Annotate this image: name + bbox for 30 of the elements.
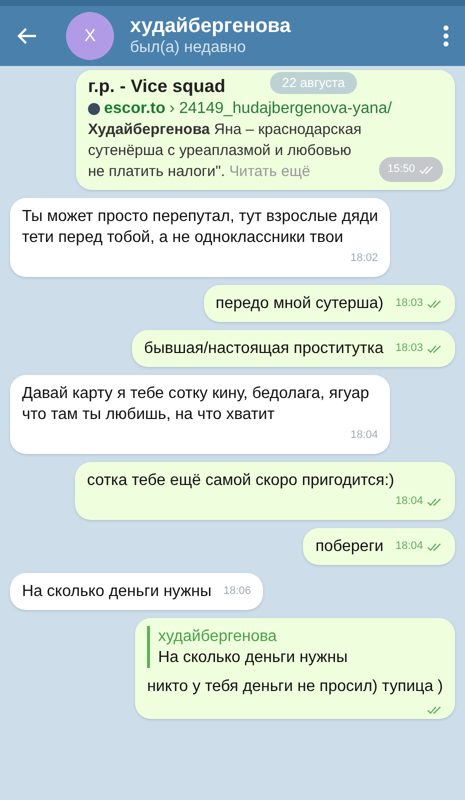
- message-time: 18:02: [350, 251, 378, 266]
- message-text: Ты может просто перепутал, тут взрослые дяди тети перед тобой, а не одноклассники твои: [22, 207, 378, 248]
- chat-title: худайбергенова: [130, 14, 292, 38]
- message-text: побереги: [315, 537, 384, 557]
- preview-description: Худайбергенова Яна – краснодарская сутенёрша с уреаплазмой и любовью не платить налоги". Читать ещё: [88, 120, 362, 182]
- preview-title: г.р. - Vice squad: [88, 75, 226, 98]
- message-text: бывшая/настоящая проститутка: [144, 339, 384, 359]
- message-text: Давай карту я тебе сотку кину, бедолага, ягуар что там ты любишь, на что хватит: [22, 384, 370, 425]
- message-text: На сколько деньги нужны: [22, 582, 212, 602]
- quoted-message[interactable]: худайбергенова На сколько деньги нужны: [147, 626, 443, 668]
- more-options-icon[interactable]: [443, 25, 449, 47]
- message-text: сотка тебе ещё самой скоро пригодится:): [87, 471, 394, 491]
- message-text: никто у тебя деньги не просил) тупица ): [147, 677, 443, 697]
- chat-status: был(а) недавно: [130, 38, 247, 58]
- message-time: 18:06: [224, 584, 252, 599]
- message-text: передо мной сутерша): [216, 294, 384, 314]
- back-arrow-icon[interactable]: [16, 27, 38, 45]
- message-time: 18:04: [395, 494, 423, 509]
- read-more-link[interactable]: Читать ещё: [229, 163, 310, 180]
- preview-path[interactable]: › 24149_hudajbergenova-yana/: [169, 98, 392, 119]
- message-time: 15:50: [387, 162, 415, 177]
- site-icon: [88, 102, 100, 114]
- quote-text: На сколько деньги нужны: [158, 648, 349, 668]
- quote-author: худайбергенова: [158, 627, 278, 647]
- preview-site[interactable]: escor.to: [104, 98, 166, 119]
- message-time: 18:04: [395, 539, 423, 554]
- message-time: 18:03: [395, 341, 423, 356]
- message-time: 18:04: [350, 428, 378, 443]
- date-pill: 22 августа: [270, 72, 357, 94]
- message-time: 18:03: [395, 296, 423, 311]
